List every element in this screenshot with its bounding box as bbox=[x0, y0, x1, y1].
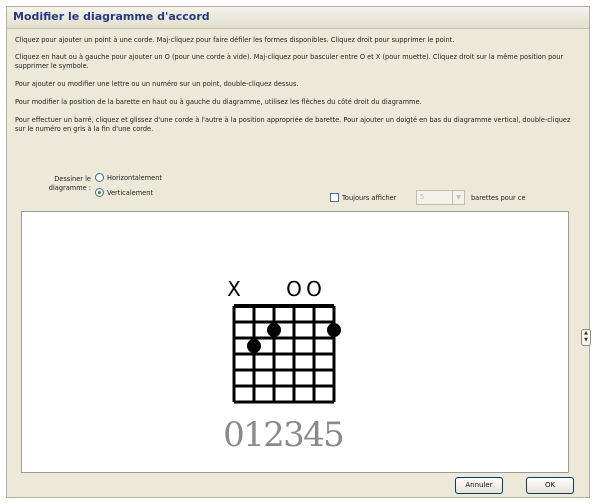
instruction-fret-position: Pour modifier la position de la barette … bbox=[15, 98, 422, 106]
string-number-label: 2 bbox=[263, 415, 285, 455]
instruction-edit-label: Pour ajouter ou modifier une lettre ou u… bbox=[15, 80, 299, 88]
radio-vertical-label: Verticalement bbox=[107, 188, 153, 197]
finger-dot bbox=[327, 323, 341, 337]
open-string-marker: O bbox=[286, 277, 302, 301]
ok-button[interactable]: OK bbox=[526, 477, 574, 494]
string-number-label: 5 bbox=[323, 415, 345, 455]
diagram-canvas[interactable]: X OO 012345 bbox=[21, 211, 569, 473]
string-number-label: 1 bbox=[243, 415, 265, 455]
radio-horizontal[interactable]: Horizontalement bbox=[95, 173, 162, 182]
dialog-title: Modifier le diagramme d'accord bbox=[13, 10, 210, 23]
instruction-barre: Pour effectuer un barré, cliquez et glis… bbox=[15, 116, 571, 133]
chevron-down-icon[interactable]: ▼ bbox=[452, 191, 464, 204]
finger-dot bbox=[247, 339, 261, 353]
frets-count-input[interactable]: 5 ▼ bbox=[416, 190, 465, 205]
instruction-open-muted: Cliquez en haut ou à gauche pour ajouter… bbox=[15, 53, 564, 70]
frets-suffix-label: barettes pour ce bbox=[471, 194, 526, 202]
open-string-marker: O bbox=[306, 277, 322, 301]
cancel-button[interactable]: Annuler bbox=[455, 477, 503, 494]
muted-string-marker: X bbox=[227, 277, 241, 301]
radio-button[interactable] bbox=[95, 173, 104, 182]
finger-dot bbox=[267, 323, 281, 337]
radio-button-selected[interactable] bbox=[95, 188, 104, 197]
string-number-label: 3 bbox=[283, 415, 305, 455]
instruction-add-dot: Cliquez pour ajouter un point à une cord… bbox=[15, 36, 455, 44]
always-show-checkbox[interactable] bbox=[330, 193, 339, 202]
fret-position-spinner[interactable]: ▲ ▼ bbox=[581, 329, 591, 346]
chord-diagram-dialog: Modifier le diagramme d'accord Cliquez p… bbox=[6, 6, 591, 498]
chord-diagram[interactable]: X O O 012345 bbox=[22, 212, 568, 472]
radio-vertical[interactable]: Verticalement bbox=[95, 188, 153, 197]
frets-count-value: 5 bbox=[420, 193, 425, 201]
always-show-label: Toujours afficher bbox=[342, 194, 397, 202]
string-number-label: 0 bbox=[223, 415, 245, 455]
radio-horizontal-label: Horizontalement bbox=[107, 173, 162, 182]
draw-orientation-label: Dessiner le diagramme : bbox=[48, 175, 91, 192]
title-bar: Modifier le diagramme d'accord bbox=[7, 7, 589, 29]
string-number-label: 4 bbox=[303, 415, 325, 455]
